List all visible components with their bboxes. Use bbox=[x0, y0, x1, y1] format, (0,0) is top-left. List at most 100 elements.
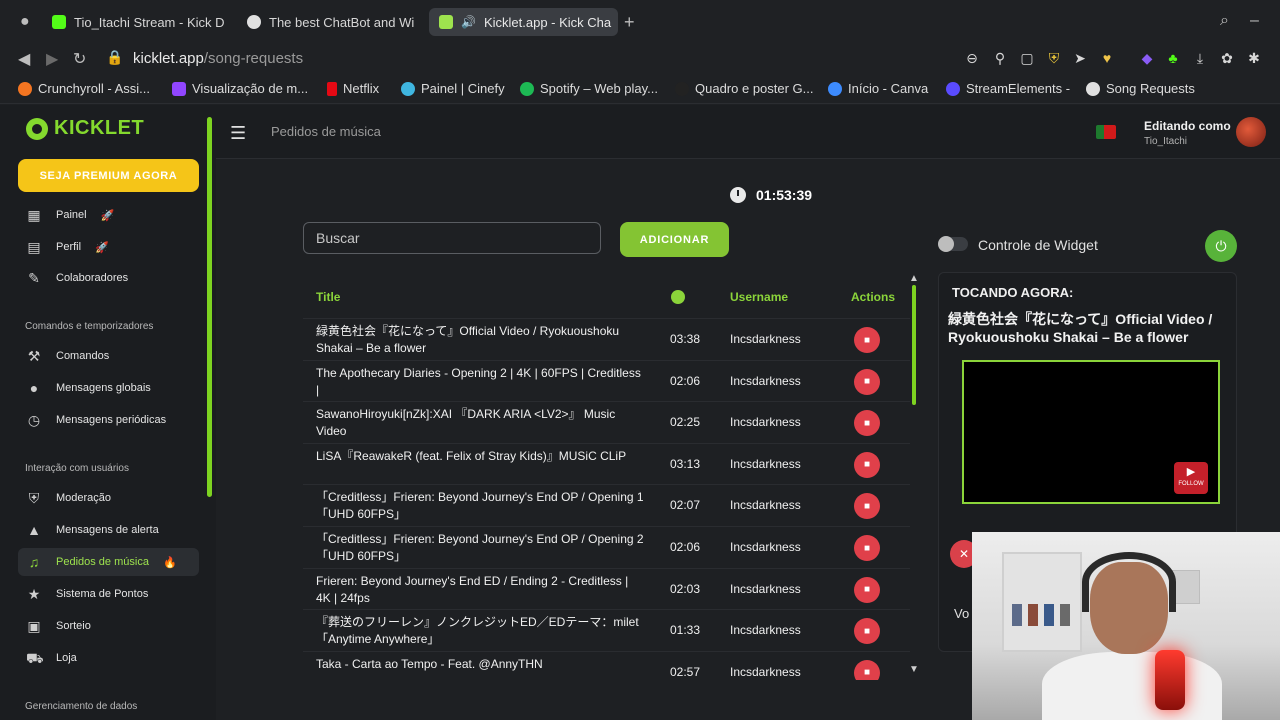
song-title: 「Creditless」Frieren: Beyond Journey's En… bbox=[316, 532, 644, 563]
song-requester: Incsdarkness bbox=[730, 415, 801, 430]
logo[interactable]: KICKLET bbox=[26, 117, 144, 140]
minimize-icon[interactable]: – bbox=[1250, 12, 1259, 30]
cart-icon: ⛟ bbox=[26, 650, 44, 666]
duration-clock-icon[interactable] bbox=[671, 290, 685, 304]
browser-tab-2[interactable]: The best ChatBot and Wi bbox=[237, 8, 422, 36]
now-playing-title: 緑黄色社会『花になって』Official Video / Ryokuoushok… bbox=[948, 311, 1213, 345]
avatar[interactable] bbox=[1236, 117, 1266, 147]
download-icon[interactable]: ⤓ bbox=[1191, 49, 1209, 67]
search-input[interactable] bbox=[303, 222, 601, 254]
sidebar-item-label: Mensagens globais bbox=[56, 382, 151, 394]
sidebar-item-mensagens-periodicas[interactable]: ◷ Mensagens periódicas bbox=[18, 406, 199, 434]
sidebar-item-mensagens-globais[interactable]: ● Mensagens globais bbox=[18, 374, 199, 402]
url-field[interactable]: kicklet.app/song-requests bbox=[133, 50, 303, 67]
sidebar-item-mensagens-alerta[interactable]: ▲ Mensagens de alerta bbox=[18, 516, 199, 544]
column-header-username[interactable]: Username bbox=[730, 290, 788, 304]
back-icon[interactable]: ◀ bbox=[18, 49, 30, 69]
chat-icon: ● bbox=[29, 380, 39, 396]
kick-ext-icon[interactable]: ♣ bbox=[1164, 49, 1182, 67]
editing-user-name: Tio_Itachi bbox=[1144, 136, 1187, 147]
widget-toggle[interactable] bbox=[938, 236, 968, 252]
screenshot-icon[interactable]: ▢ bbox=[1018, 49, 1036, 67]
table-scrollbar[interactable] bbox=[912, 285, 916, 405]
url-host: kicklet.app bbox=[133, 50, 204, 67]
premium-button[interactable]: SEJA PREMIUM AGORA bbox=[18, 159, 199, 192]
bookmarks-bar: Crunchyroll - Assi... Visualização de m.… bbox=[0, 74, 1280, 104]
bookmark-twitch[interactable]: Visualização de m... bbox=[172, 81, 308, 96]
sidebar-item-label: Loja bbox=[56, 652, 77, 664]
table-scroll-up-icon[interactable]: ▲ bbox=[909, 273, 919, 284]
lock-icon[interactable]: 🔒 bbox=[106, 49, 123, 66]
new-tab-button[interactable]: + bbox=[624, 12, 635, 33]
sidebar-item-label: Mensagens de alerta bbox=[56, 524, 159, 536]
table-row: Taka - Carta ao Tempo - Feat. @AnnyTHN 02… bbox=[303, 650, 910, 680]
tab-label: The best ChatBot and Wi bbox=[269, 14, 415, 30]
sidebar-item-sistema-pontos[interactable]: ★ Sistema de Pontos bbox=[18, 580, 199, 608]
browser-tab-1[interactable]: Tio_Itachi Stream - Kick D bbox=[42, 8, 227, 36]
cinefy-icon bbox=[401, 81, 415, 96]
star-icon: ★ bbox=[27, 586, 41, 602]
shelf bbox=[1002, 552, 1082, 652]
video-player[interactable]: FOLLOW bbox=[962, 360, 1220, 504]
language-flag-icon[interactable] bbox=[1096, 125, 1116, 139]
browser-menu-icon[interactable]: ● bbox=[20, 13, 30, 31]
delete-button[interactable]: ■ bbox=[854, 659, 880, 680]
bookmark-canva[interactable]: Início - Canva bbox=[828, 81, 928, 96]
sidebar-item-moderacao[interactable]: ⛨ Moderação bbox=[18, 484, 199, 512]
reload-icon[interactable]: ↻ bbox=[73, 49, 86, 69]
add-button[interactable]: ADICIONAR bbox=[620, 222, 729, 257]
table-scroll-down-icon[interactable]: ▼ bbox=[909, 664, 919, 675]
puzzle-icon[interactable]: ✿ bbox=[1218, 49, 1236, 67]
sidebar-item-pedidos-musica[interactable]: ♫ Pedidos de música 🔥 bbox=[18, 548, 199, 576]
settings-icon[interactable]: ✱ bbox=[1245, 49, 1263, 67]
forward-icon[interactable]: ▶ bbox=[46, 49, 58, 69]
column-header-title[interactable]: Title bbox=[316, 290, 340, 304]
sidebar-item-perfil[interactable]: ▤ Perfil 🚀 bbox=[18, 233, 199, 261]
delete-button[interactable]: ■ bbox=[854, 618, 880, 645]
delete-button[interactable]: ■ bbox=[854, 368, 880, 395]
song-requester: Incsdarkness bbox=[730, 623, 801, 638]
zoom-icon[interactable]: ⊖ bbox=[963, 49, 981, 67]
bookmark-crunchyroll[interactable]: Crunchyroll - Assi... bbox=[18, 81, 150, 96]
speaker-icon[interactable]: 🔊 bbox=[461, 15, 476, 29]
bookmark-cinefy[interactable]: Painel | Cinefy bbox=[401, 81, 505, 96]
sidebar-item-comandos[interactable]: ⚒ Comandos bbox=[18, 342, 199, 370]
bookmark-quadro[interactable]: Quadro e poster G... bbox=[675, 81, 814, 96]
sidebar-section-data: Gerenciamento de dados bbox=[25, 701, 138, 712]
sidebar-scrollbar[interactable] bbox=[207, 117, 212, 497]
sidebar-item-painel[interactable]: ▦ Painel 🚀 bbox=[18, 201, 199, 229]
logo-text: KICKLET bbox=[54, 117, 145, 139]
sidebar-item-label: Sistema de Pontos bbox=[56, 588, 149, 600]
tab-label: Tio_Itachi Stream - Kick D bbox=[74, 14, 225, 30]
power-button[interactable]: ⏻ bbox=[1205, 230, 1237, 262]
extension-icon[interactable]: ◆ bbox=[1138, 49, 1156, 67]
sidebar-item-loja[interactable]: ⛟ Loja bbox=[18, 644, 199, 672]
page-title: Pedidos de música bbox=[271, 124, 381, 139]
send-icon[interactable]: ➤ bbox=[1071, 49, 1089, 67]
delete-button[interactable]: ■ bbox=[854, 327, 880, 353]
power-icon: ⏻ bbox=[1215, 237, 1227, 254]
volume-label: Vo bbox=[954, 606, 970, 621]
delete-button[interactable]: ■ bbox=[854, 410, 880, 437]
pin-icon[interactable]: ⚲ bbox=[991, 49, 1009, 67]
heart-icon[interactable]: ♥ bbox=[1098, 49, 1116, 67]
shield-ext-icon[interactable]: ⛨ bbox=[1045, 49, 1063, 67]
menu-toggle-icon[interactable]: ☰ bbox=[230, 123, 246, 144]
browser-tab-3[interactable]: 🔊 Kicklet.app - Kick Cha bbox=[429, 8, 618, 36]
youtube-follow-icon[interactable]: FOLLOW bbox=[1174, 462, 1208, 494]
tab-label: Kicklet.app - Kick Cha bbox=[483, 14, 612, 30]
sidebar-item-sorteio[interactable]: ▣ Sorteio bbox=[18, 612, 199, 640]
delete-button[interactable]: ■ bbox=[854, 576, 880, 603]
delete-button[interactable]: ■ bbox=[854, 493, 880, 520]
bookmark-song-requests[interactable]: Song Requests bbox=[1086, 81, 1195, 96]
sidebar-item-colaboradores[interactable]: ✎ Colaboradores bbox=[18, 264, 199, 292]
column-header-actions: Actions bbox=[851, 290, 896, 304]
trash-icon: ■ bbox=[863, 625, 871, 637]
bookmark-spotify[interactable]: Spotify – Web play... bbox=[520, 81, 658, 96]
bookmark-streamelements[interactable]: StreamElements - bbox=[946, 81, 1070, 96]
search-tabs-icon[interactable]: ⌕ bbox=[1220, 12, 1229, 30]
wrench-icon: ✎ bbox=[28, 270, 40, 286]
bookmark-netflix[interactable]: Netflix bbox=[327, 81, 379, 96]
delete-button[interactable]: ■ bbox=[854, 535, 880, 561]
delete-button[interactable]: ■ bbox=[854, 451, 880, 478]
